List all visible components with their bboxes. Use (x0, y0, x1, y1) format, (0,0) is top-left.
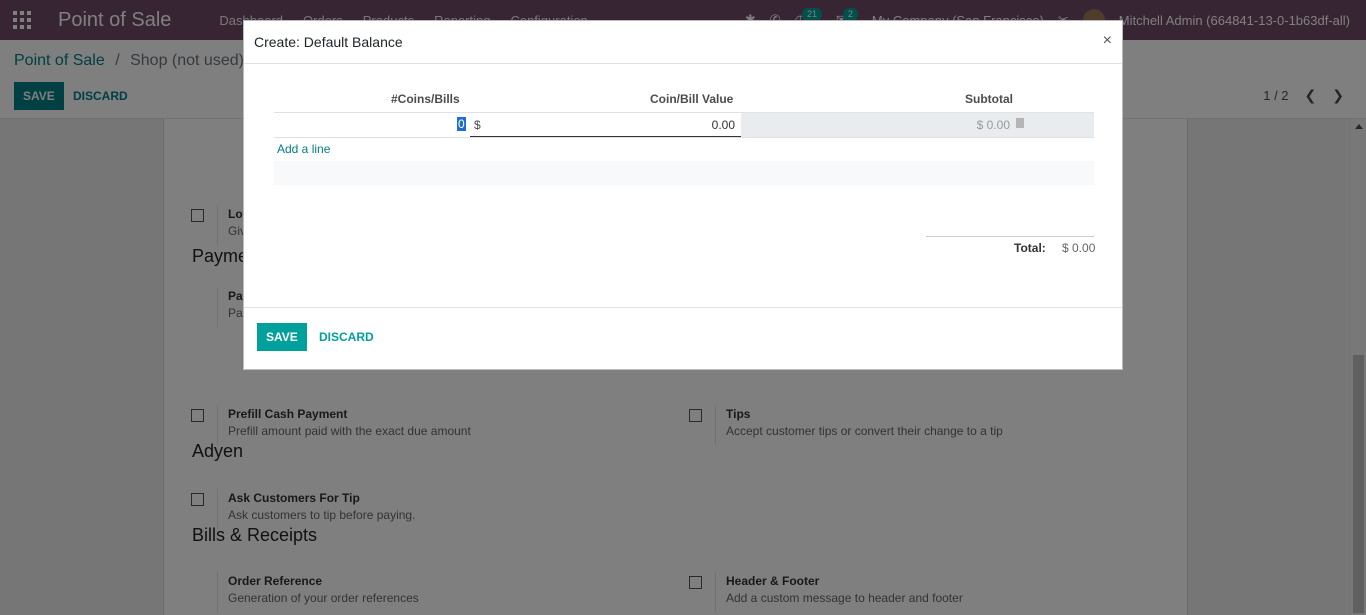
coins-input[interactable]: 0 (457, 117, 466, 131)
dialog-body: #Coins/Bills Coin/Bill Value Subtotal 0 … (244, 64, 1122, 308)
total-value: $ 0.00 (1062, 241, 1096, 255)
dialog-title: Create: Default Balance (254, 34, 403, 50)
default-balance-dialog: Create: Default Balance × #Coins/Bills C… (243, 20, 1123, 370)
column-header-value[interactable]: Coin/Bill Value (650, 92, 733, 106)
column-header-coins[interactable]: #Coins/Bills (391, 92, 460, 106)
trash-icon[interactable] (1016, 118, 1024, 128)
table-row[interactable]: 0 $ $ 0.00 (274, 113, 1094, 138)
empty-row (274, 161, 1094, 185)
total-divider (926, 236, 1094, 237)
total-label: Total: (1014, 241, 1046, 255)
subtotal-cell: $ 0.00 (741, 113, 1094, 137)
subtotal-value: $ 0.00 (976, 118, 1010, 132)
add-line-link[interactable]: Add a line (277, 142, 330, 156)
dialog-discard-button[interactable]: DISCARD (319, 330, 374, 344)
column-header-subtotal[interactable]: Subtotal (965, 92, 1013, 106)
dialog-footer: SAVE DISCARD (244, 308, 1122, 370)
dialog-header: Create: Default Balance × (244, 21, 1122, 64)
dialog-save-button[interactable]: SAVE (257, 323, 307, 351)
coin-value-input[interactable] (470, 113, 741, 137)
close-icon[interactable]: × (1103, 32, 1112, 50)
